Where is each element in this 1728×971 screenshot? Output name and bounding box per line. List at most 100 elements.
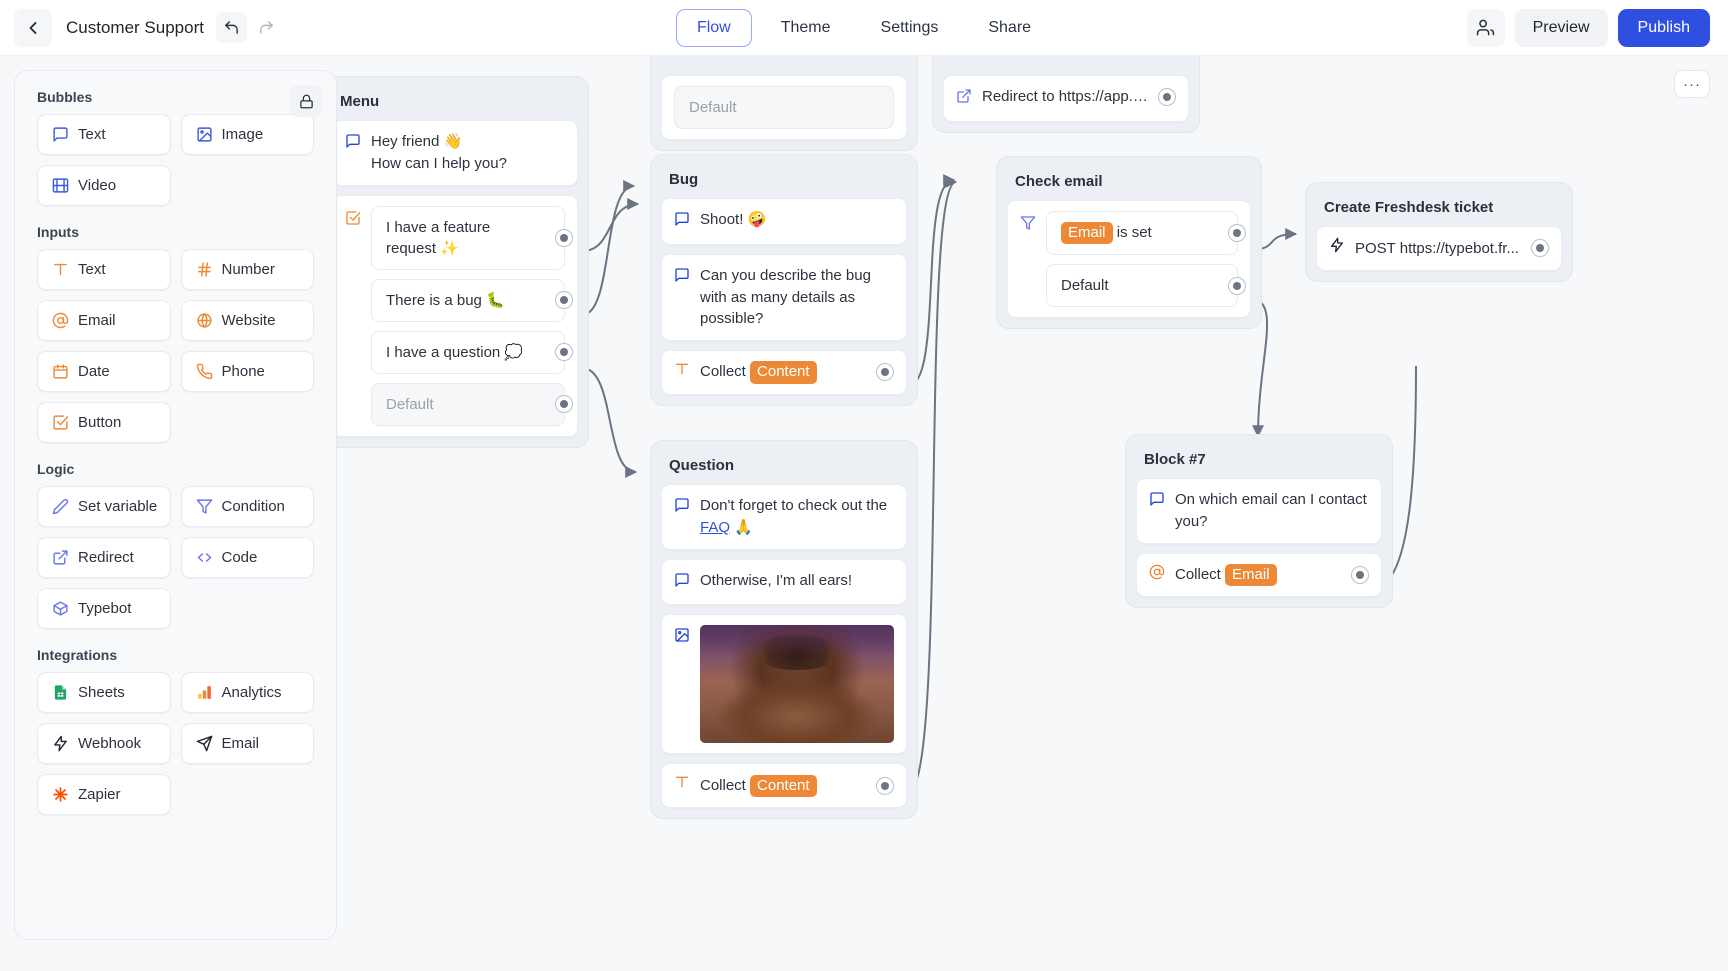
- palette-item-webhook[interactable]: Webhook: [37, 723, 171, 764]
- group-partial-top-left[interactable]: Default: [650, 56, 918, 151]
- collect-prefix: Collect: [700, 363, 746, 381]
- palette-item-text-bubble[interactable]: Text: [37, 114, 171, 155]
- variable-chip: Content: [750, 361, 817, 384]
- palette-item-text-input[interactable]: Text: [37, 249, 171, 290]
- text-bubble-node[interactable]: Hey friend 👋 How can I help you?: [332, 120, 578, 186]
- palette-item-typebot[interactable]: Typebot: [37, 588, 171, 629]
- redo-button[interactable]: [251, 12, 282, 43]
- palette-item-zapier[interactable]: Zapier: [37, 774, 171, 815]
- condition-node[interactable]: Email is set Default: [1007, 200, 1251, 319]
- phone-icon: [196, 363, 212, 380]
- redirect-node[interactable]: Redirect to https://app.typ...: [943, 75, 1189, 122]
- group-menu[interactable]: Menu Hey friend 👋 How can I help you? I …: [321, 76, 589, 448]
- condition-source-handle[interactable]: [1228, 224, 1246, 243]
- group-bug[interactable]: Bug Shoot! 🤪 Can you describe the bug wi…: [650, 154, 918, 406]
- text-bubble-node[interactable]: Shoot! 🤪: [661, 198, 907, 245]
- text-bubble-node[interactable]: Don't forget to check out the FAQ 🙏: [661, 484, 907, 550]
- group-partial-redirect[interactable]: Redirect to https://app.typ...: [932, 56, 1200, 133]
- palette-item-email-input[interactable]: Email: [37, 300, 171, 341]
- group-question[interactable]: Question Don't forget to check out the F…: [650, 440, 918, 819]
- image-bubble-node[interactable]: [661, 614, 907, 755]
- choice-label: There is a bug 🐛: [386, 291, 505, 309]
- text-bubble-node[interactable]: Can you describe the bug with as many de…: [661, 253, 907, 341]
- node-source-handle[interactable]: [1158, 88, 1176, 106]
- group-create-freshdesk-ticket[interactable]: Create Freshdesk ticket POST https://typ…: [1305, 182, 1573, 282]
- text-input-node[interactable]: Collect Content: [661, 763, 907, 808]
- palette-section-integrations: Sheets Analytics Webhook Email Zapier: [37, 672, 314, 815]
- faq-link[interactable]: FAQ: [700, 519, 730, 536]
- undo-button[interactable]: [215, 12, 247, 43]
- tab-flow[interactable]: Flow: [675, 8, 752, 47]
- palette-item-website-input[interactable]: Website: [180, 300, 314, 341]
- publish-button[interactable]: Publish: [1617, 8, 1710, 47]
- bubble-text: On which email can I contact you?: [1175, 491, 1367, 530]
- group-title: Bug: [669, 171, 699, 188]
- group-block-7[interactable]: Block #7 On which email can I contact yo…: [1125, 434, 1393, 609]
- bubble-text-before: Don't forget to check out the: [700, 497, 888, 514]
- palette-item-redirect[interactable]: Redirect: [37, 537, 171, 578]
- hash-icon: [197, 262, 211, 277]
- palette-item-code[interactable]: Code: [180, 537, 314, 578]
- buttons-input-node[interactable]: I have a feature request ✨ There is a bu…: [332, 194, 578, 437]
- bubble-text: Otherwise, I'm all ears!: [700, 571, 853, 589]
- choice-question[interactable]: I have a question 💭: [371, 330, 573, 374]
- node-source-handle[interactable]: [1531, 239, 1549, 258]
- choice-default[interactable]: Default: [371, 382, 573, 426]
- choice-source-handle[interactable]: [555, 395, 573, 413]
- text-bubble-node[interactable]: On which email can I contact you?: [1136, 478, 1382, 544]
- palette-item-set-variable[interactable]: Set variable: [37, 486, 171, 527]
- flow-canvas[interactable]: Bubbles Text Image Video Inputs Text Num…: [0, 56, 1728, 971]
- buttons-node-partial[interactable]: Default: [661, 75, 907, 140]
- preview-button[interactable]: Preview: [1514, 8, 1608, 47]
- palette-item-button-input[interactable]: Button: [37, 402, 171, 443]
- webhook-node[interactable]: POST https://typebot.fr...: [1316, 226, 1562, 271]
- group-check-email[interactable]: Check email Email is set Default: [996, 156, 1262, 330]
- canvas-more-button[interactable]: ···: [1674, 70, 1710, 98]
- back-button[interactable]: [14, 8, 52, 47]
- tab-theme[interactable]: Theme: [760, 9, 852, 47]
- paper-plane-icon: [196, 735, 212, 752]
- palette-item-label: Email: [78, 312, 116, 329]
- lock-palette-button[interactable]: [290, 85, 322, 117]
- palette-item-analytics[interactable]: Analytics: [180, 672, 314, 713]
- at-sign-icon: [1149, 564, 1165, 587]
- palette-item-number-input[interactable]: Number: [180, 249, 314, 290]
- email-input-node[interactable]: Collect Email: [1136, 552, 1382, 598]
- palette-item-email-integration[interactable]: Email: [180, 723, 314, 764]
- condition-email-is-set[interactable]: Email is set: [1046, 211, 1246, 256]
- external-link-icon: [53, 550, 68, 565]
- palette-item-label: Text: [78, 126, 106, 143]
- palette-item-phone-input[interactable]: Phone: [180, 351, 314, 392]
- header-right-group: Preview Publish: [1466, 8, 1728, 47]
- palette-item-video-bubble[interactable]: Video: [37, 165, 171, 206]
- palette-item-label: Text: [78, 261, 106, 278]
- choice-default[interactable]: Default: [674, 86, 894, 129]
- condition-source-handle[interactable]: [1228, 276, 1246, 295]
- collaborators-button[interactable]: [1466, 8, 1505, 47]
- node-source-handle[interactable]: [876, 776, 894, 795]
- palette-item-condition[interactable]: Condition: [180, 486, 314, 527]
- choice-feature-request[interactable]: I have a feature request ✨: [371, 205, 573, 270]
- palette-item-sheets[interactable]: Sheets: [37, 672, 171, 713]
- chat-bubble-icon: [674, 211, 690, 234]
- palette-item-date-input[interactable]: Date: [37, 351, 171, 392]
- palette-item-image-bubble[interactable]: Image: [180, 114, 314, 155]
- at-sign-icon: [52, 312, 69, 329]
- text-bubble-node[interactable]: Otherwise, I'm all ears!: [661, 558, 907, 606]
- tab-share[interactable]: Share: [967, 9, 1052, 47]
- text-input-node[interactable]: Collect Content: [661, 350, 907, 395]
- node-source-handle[interactable]: [1351, 565, 1369, 584]
- choice-list: I have a feature request ✨ There is a bu…: [371, 205, 573, 426]
- node-source-handle[interactable]: [876, 363, 894, 382]
- choice-source-handle[interactable]: [555, 343, 573, 361]
- palette-item-label: Number: [221, 261, 275, 278]
- collect-label: Collect Email: [1175, 563, 1341, 586]
- bot-name: Customer Support: [66, 17, 204, 37]
- condition-default[interactable]: Default: [1046, 264, 1246, 308]
- choice-source-handle[interactable]: [555, 228, 573, 247]
- choice-source-handle[interactable]: [555, 291, 573, 309]
- choice-bug[interactable]: There is a bug 🐛: [371, 278, 573, 322]
- gif-preview: [700, 625, 894, 744]
- lock-icon: [299, 94, 313, 108]
- tab-settings[interactable]: Settings: [860, 9, 960, 47]
